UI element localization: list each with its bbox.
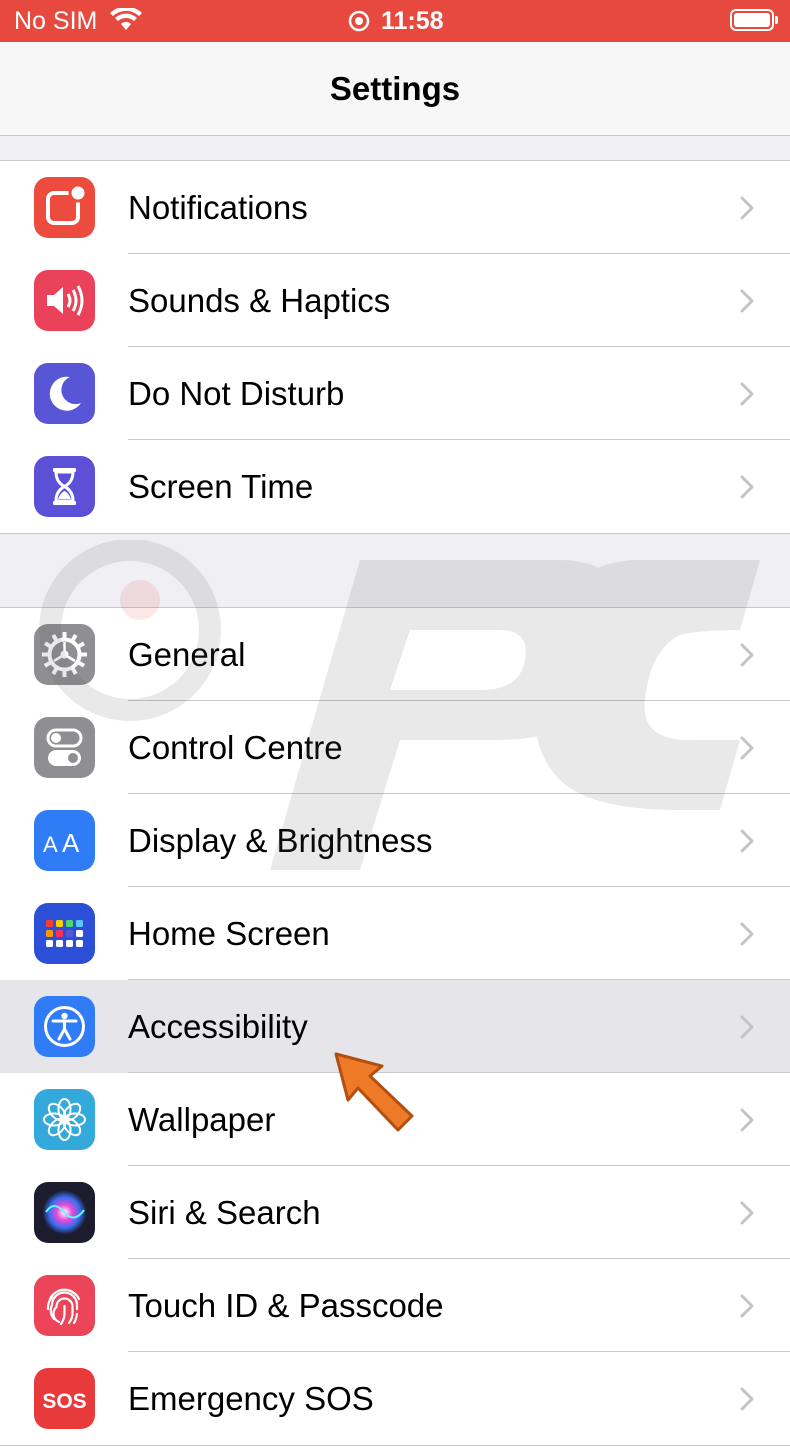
status-bar: No SIM 11:58 [0,0,790,42]
navigation-bar: Settings [0,42,790,136]
settings-row-emergency-sos[interactable]: SOS Emergency SOS [0,1352,790,1445]
fingerprint-icon [34,1275,95,1336]
settings-row-label: General [128,636,246,673]
settings-row-label: Siri & Search [128,1194,321,1231]
settings-row-label: Screen Time [128,468,314,505]
settings-row-control-centre[interactable]: Control Centre [0,701,790,794]
chevron-right-icon [740,289,754,313]
settings-row-label: Control Centre [128,729,343,766]
settings-group-2: General Control Centre A A Display & Brightn… [0,607,790,1446]
chevron-right-icon [740,829,754,853]
settings-row-screen-time[interactable]: Screen Time [0,440,790,533]
flower-icon [34,1089,95,1150]
chevron-right-icon [740,475,754,499]
page-title: Settings [329,70,461,107]
settings-row-label: Home Screen [128,915,330,952]
chevron-right-icon [740,1108,754,1132]
toggles-icon [34,717,95,778]
speaker-icon [34,270,95,331]
chevron-right-icon [740,382,754,406]
svg-text:A: A [62,828,80,858]
svg-text:SOS: SOS [42,1390,86,1413]
settings-row-sounds-and-haptics[interactable]: Sounds & Haptics [0,254,790,347]
text-size-icon: AA [34,810,95,871]
hourglass-icon [34,456,95,517]
chevron-right-icon [740,643,754,667]
settings-row-do-not-disturb[interactable]: Do Not Disturb [0,347,790,440]
chevron-right-icon [740,1201,754,1225]
battery-icon [730,9,778,31]
settings-row-label: Touch ID & Passcode [128,1287,444,1324]
settings-row-label: Sounds & Haptics [128,282,391,319]
chevron-right-icon [740,1294,754,1318]
carrier-label: No SIM [14,7,98,35]
settings-row-home-screen[interactable]: Home Screen [0,887,790,980]
app-grid-icon [34,903,95,964]
chevron-right-icon [740,196,754,220]
settings-row-general[interactable]: General [0,608,790,701]
settings-group-1: Notifications Sounds & Haptics Do Not Dist… [0,160,790,534]
settings-row-label: Display & Brightness [128,822,433,859]
status-time: 11:58 [381,7,444,35]
accessibility-icon [34,996,95,1057]
settings-row-label: Wallpaper [128,1101,276,1138]
gear-icon [34,624,95,685]
sos-icon: SOS [34,1368,95,1429]
settings-row-label: Do Not Disturb [128,375,345,412]
settings-row-label: Emergency SOS [128,1380,374,1417]
settings-row-notifications[interactable]: Notifications [0,161,790,254]
settings-row-label: Notifications [128,189,308,226]
chevron-right-icon [740,922,754,946]
settings-row-siri-and-search[interactable]: Siri & Search [0,1166,790,1259]
settings-row-label: Accessibility [128,1008,308,1045]
notifications-icon [34,177,95,238]
settings-row-display-and-brightness[interactable]: A A Display & Brightness [0,794,790,887]
moon-icon [34,363,95,424]
pointer-arrow-icon [334,1052,414,1132]
wifi-icon [110,6,142,39]
chevron-right-icon [740,736,754,760]
svg-text:A: A [43,832,58,857]
chevron-right-icon [740,1015,754,1039]
siri-icon [34,1182,95,1243]
chevron-right-icon [740,1387,754,1411]
location-icon [347,9,371,40]
settings-row-touch-id-and-passcode[interactable]: Touch ID & Passcode [0,1259,790,1352]
